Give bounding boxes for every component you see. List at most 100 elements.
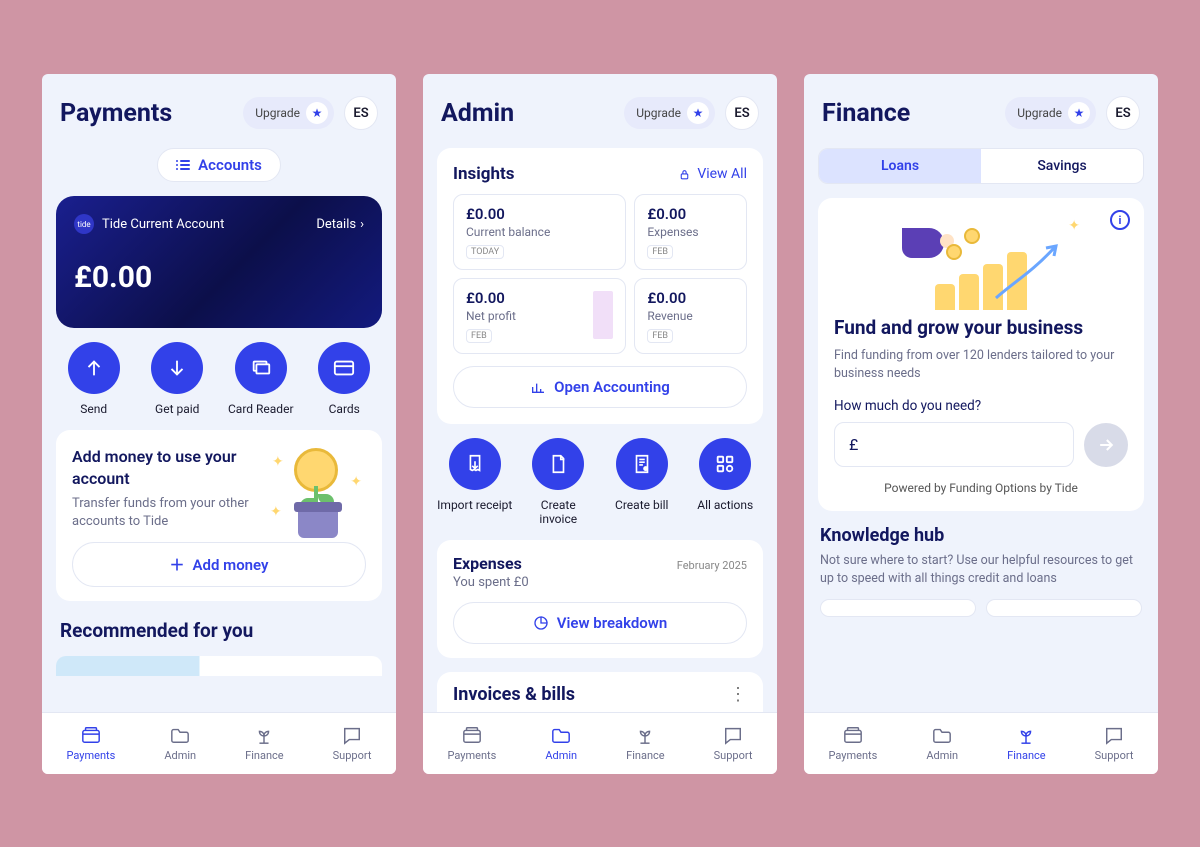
invoices-bills-header[interactable]: Invoices & bills ⋮ <box>437 672 763 712</box>
page-title: Payments <box>60 99 172 128</box>
star-icon: ★ <box>306 102 328 124</box>
expenses-card: Expenses February 2025 You spent £0 View… <box>437 540 763 658</box>
tab-payments[interactable]: Payments <box>829 725 878 762</box>
tab-support[interactable]: Support <box>714 725 753 762</box>
knowledge-hub-card[interactable] <box>986 599 1142 617</box>
tab-bar: Payments Admin Finance Support <box>423 712 777 774</box>
payments-screen: Payments Upgrade ★ ES Accounts tide Tide… <box>42 74 396 774</box>
currency-symbol: £ <box>849 435 858 454</box>
fund-card: i ✦ Fund and grow your business Find fun… <box>818 198 1144 511</box>
chat-icon <box>1103 725 1125 745</box>
send-button[interactable] <box>68 342 120 394</box>
powered-by-text: Powered by Funding Options by Tide <box>834 481 1128 495</box>
cards-button[interactable] <box>318 342 370 394</box>
recommended-header: Recommended for you <box>56 615 382 642</box>
wallet-icon <box>461 725 483 745</box>
chat-icon <box>341 725 363 745</box>
tab-admin[interactable]: Admin <box>545 725 577 762</box>
tide-logo-icon: tide <box>74 214 94 234</box>
tab-bar: Payments Admin Finance Support <box>42 712 396 774</box>
plant-coin-illustration: ✦ ✦ ✦ <box>266 446 366 530</box>
segment-savings[interactable]: Savings <box>981 149 1143 183</box>
insight-revenue[interactable]: £0.00 Revenue FEB <box>634 278 747 354</box>
add-money-button[interactable]: ＋ Add money <box>72 542 366 587</box>
open-accounting-button[interactable]: Open Accounting <box>453 366 747 408</box>
import-receipt-button[interactable] <box>449 438 501 490</box>
balance-value: £0.00 <box>74 260 364 295</box>
plant-icon <box>1015 725 1037 745</box>
more-icon[interactable]: ⋮ <box>729 691 747 698</box>
pie-chart-icon <box>533 615 549 631</box>
upgrade-label: Upgrade <box>255 106 300 120</box>
wallet-icon <box>80 725 102 745</box>
tab-finance[interactable]: Finance <box>626 725 664 762</box>
star-icon: ★ <box>1068 102 1090 124</box>
star-icon: ★ <box>687 102 709 124</box>
trend-arrow-icon <box>994 242 1064 302</box>
bill-icon <box>631 453 653 475</box>
tab-payments[interactable]: Payments <box>67 725 116 762</box>
add-money-card: Add money to use your account Transfer f… <box>56 430 382 601</box>
amount-input[interactable]: £ <box>834 422 1074 467</box>
tab-finance[interactable]: Finance <box>1007 725 1045 762</box>
page-title: Admin <box>441 99 514 128</box>
segment-loans[interactable]: Loans <box>819 149 981 183</box>
create-bill-button[interactable] <box>616 438 668 490</box>
bar-chart-icon <box>530 380 546 394</box>
avatar[interactable]: ES <box>1106 96 1140 130</box>
create-invoice-button[interactable] <box>532 438 584 490</box>
plant-icon <box>253 725 275 745</box>
insight-net-profit[interactable]: £0.00 Net profit FEB <box>453 278 626 354</box>
submit-amount-button[interactable] <box>1084 423 1128 467</box>
tab-support[interactable]: Support <box>333 725 372 762</box>
funding-illustration: ✦ <box>834 214 1128 310</box>
tab-admin[interactable]: Admin <box>164 725 196 762</box>
details-link[interactable]: Details › <box>316 217 364 232</box>
balance-card[interactable]: tide Tide Current Account Details › £0.0… <box>56 196 382 328</box>
avatar[interactable]: ES <box>344 96 378 130</box>
tab-bar: Payments Admin Finance Support <box>804 712 1158 774</box>
plus-icon: ＋ <box>170 554 185 575</box>
insight-expenses[interactable]: £0.00 Expenses FEB <box>634 194 747 270</box>
tab-finance[interactable]: Finance <box>245 725 283 762</box>
recommended-carousel[interactable] <box>56 656 382 676</box>
arrow-up-icon <box>83 357 105 379</box>
all-actions-button[interactable] <box>699 438 751 490</box>
tab-admin[interactable]: Admin <box>926 725 958 762</box>
page-title: Finance <box>822 99 910 128</box>
tab-payments[interactable]: Payments <box>448 725 497 762</box>
plant-icon <box>634 725 656 745</box>
chat-icon <box>722 725 744 745</box>
folder-icon <box>169 725 191 745</box>
view-all-link[interactable]: View All <box>678 166 747 182</box>
lock-icon <box>678 168 691 181</box>
admin-screen: Admin Upgrade ★ ES Insights View All <box>423 74 777 774</box>
account-name: Tide Current Account <box>102 217 224 232</box>
arrow-down-icon <box>166 357 188 379</box>
accounts-selector[interactable]: Accounts <box>157 148 281 182</box>
knowledge-hub-section: Knowledge hub Not sure where to start? U… <box>818 525 1144 617</box>
knowledge-hub-card[interactable] <box>820 599 976 617</box>
upgrade-button[interactable]: Upgrade ★ <box>624 97 715 129</box>
document-icon <box>547 453 569 475</box>
avatar[interactable]: ES <box>725 96 759 130</box>
accounts-label: Accounts <box>198 156 262 174</box>
chevron-right-icon: › <box>360 217 364 232</box>
get-paid-button[interactable] <box>151 342 203 394</box>
upgrade-button[interactable]: Upgrade ★ <box>243 97 334 129</box>
folder-icon <box>931 725 953 745</box>
folder-icon <box>550 725 572 745</box>
quick-actions: Send Get paid Card Reader <box>56 342 382 416</box>
arrow-right-icon <box>1096 435 1116 455</box>
insight-current-balance[interactable]: £0.00 Current balance TODAY <box>453 194 626 270</box>
insights-title: Insights <box>453 164 514 184</box>
tab-support[interactable]: Support <box>1095 725 1134 762</box>
card-reader-button[interactable] <box>235 342 287 394</box>
grid-icon <box>714 453 736 475</box>
view-breakdown-button[interactable]: View breakdown <box>453 602 747 644</box>
wallet-icon <box>842 725 864 745</box>
upgrade-button[interactable]: Upgrade ★ <box>1005 97 1096 129</box>
mini-bar-chart <box>593 291 613 339</box>
card-reader-icon <box>250 357 272 379</box>
receipt-import-icon <box>464 453 486 475</box>
